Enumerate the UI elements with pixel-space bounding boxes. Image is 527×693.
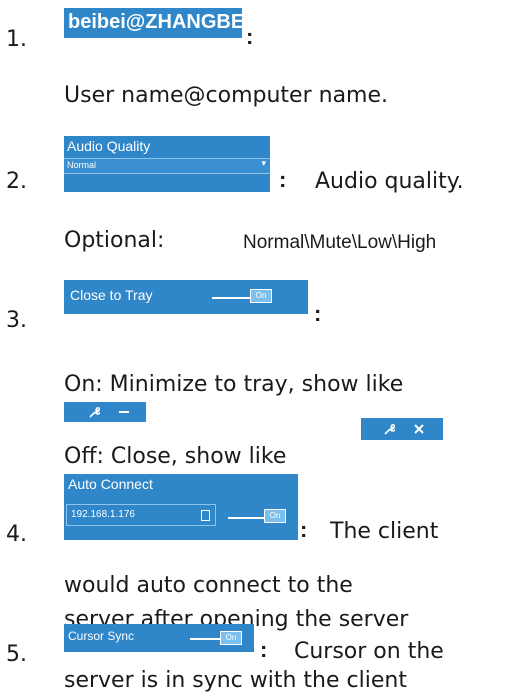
auto-connect-toggle[interactable]: On [264, 509, 286, 523]
toggle-state: On [255, 291, 267, 300]
options-list: Normal\Mute\Low\High [243, 232, 437, 253]
tray-off-icon-strip [361, 418, 443, 440]
cursor-sync-label: Cursor Sync [68, 629, 135, 643]
ip-address-value: 192.168.1.176 [71, 509, 135, 520]
wrench-icon [89, 407, 100, 418]
colon: : [246, 24, 254, 49]
auto-connect-label: Auto Connect [68, 476, 153, 492]
item-description: Audio quality. [315, 169, 464, 194]
item-number: 5. [6, 642, 27, 667]
item-number: 4. [6, 522, 27, 547]
close-to-tray-toggle[interactable]: On [250, 289, 272, 303]
minimize-icon [119, 411, 129, 413]
chevron-down-icon[interactable]: ▾ [261, 160, 266, 169]
audio-quality-selected: Normal [67, 160, 97, 170]
audio-quality-label: Audio Quality [67, 138, 151, 154]
cursor-sync-toggle[interactable]: On [220, 631, 242, 645]
colon: : [260, 637, 268, 662]
options-prefix: Optional: [64, 228, 165, 253]
item-number: 1. [6, 27, 27, 52]
item-description: The client [330, 519, 439, 544]
close-to-tray-widget: Close to Tray On [64, 280, 308, 314]
colon: : [279, 167, 287, 192]
toggle-track [190, 638, 220, 640]
item-number: 2. [6, 169, 27, 194]
item-description: server is in sync with the client [64, 668, 407, 693]
item-description: User name@computer name. [64, 83, 389, 108]
wrench-icon [384, 424, 395, 435]
cursor-sync-widget: Cursor Sync On [64, 624, 254, 652]
toggle-state: On [225, 633, 237, 642]
toggle-state: On [269, 511, 281, 520]
close-to-tray-label: Close to Tray [70, 287, 153, 303]
item-description: Cursor on the [294, 639, 444, 664]
item-number: 3. [6, 308, 27, 333]
user-computer-name-widget: beibei@ZHANGBEIBEI [64, 8, 283, 38]
colon: : [314, 301, 322, 326]
tray-on-description: On: Minimize to tray, show like [64, 372, 404, 397]
auto-connect-widget: Auto Connect 192.168.1.176 On [64, 474, 298, 540]
audio-quality-select[interactable]: Normal ▾ [64, 158, 270, 174]
edit-icon[interactable] [201, 510, 210, 521]
ip-address-field[interactable]: 192.168.1.176 [66, 504, 216, 526]
colon: : [300, 517, 308, 542]
toggle-track [212, 297, 252, 299]
item-description: would auto connect to the [64, 573, 353, 598]
audio-quality-widget: Audio Quality Normal ▾ [64, 136, 270, 192]
close-icon [414, 424, 424, 434]
toggle-track [228, 517, 264, 519]
tray-on-icon-strip [64, 402, 146, 422]
tray-off-description: Off: Close, show like [64, 444, 287, 469]
